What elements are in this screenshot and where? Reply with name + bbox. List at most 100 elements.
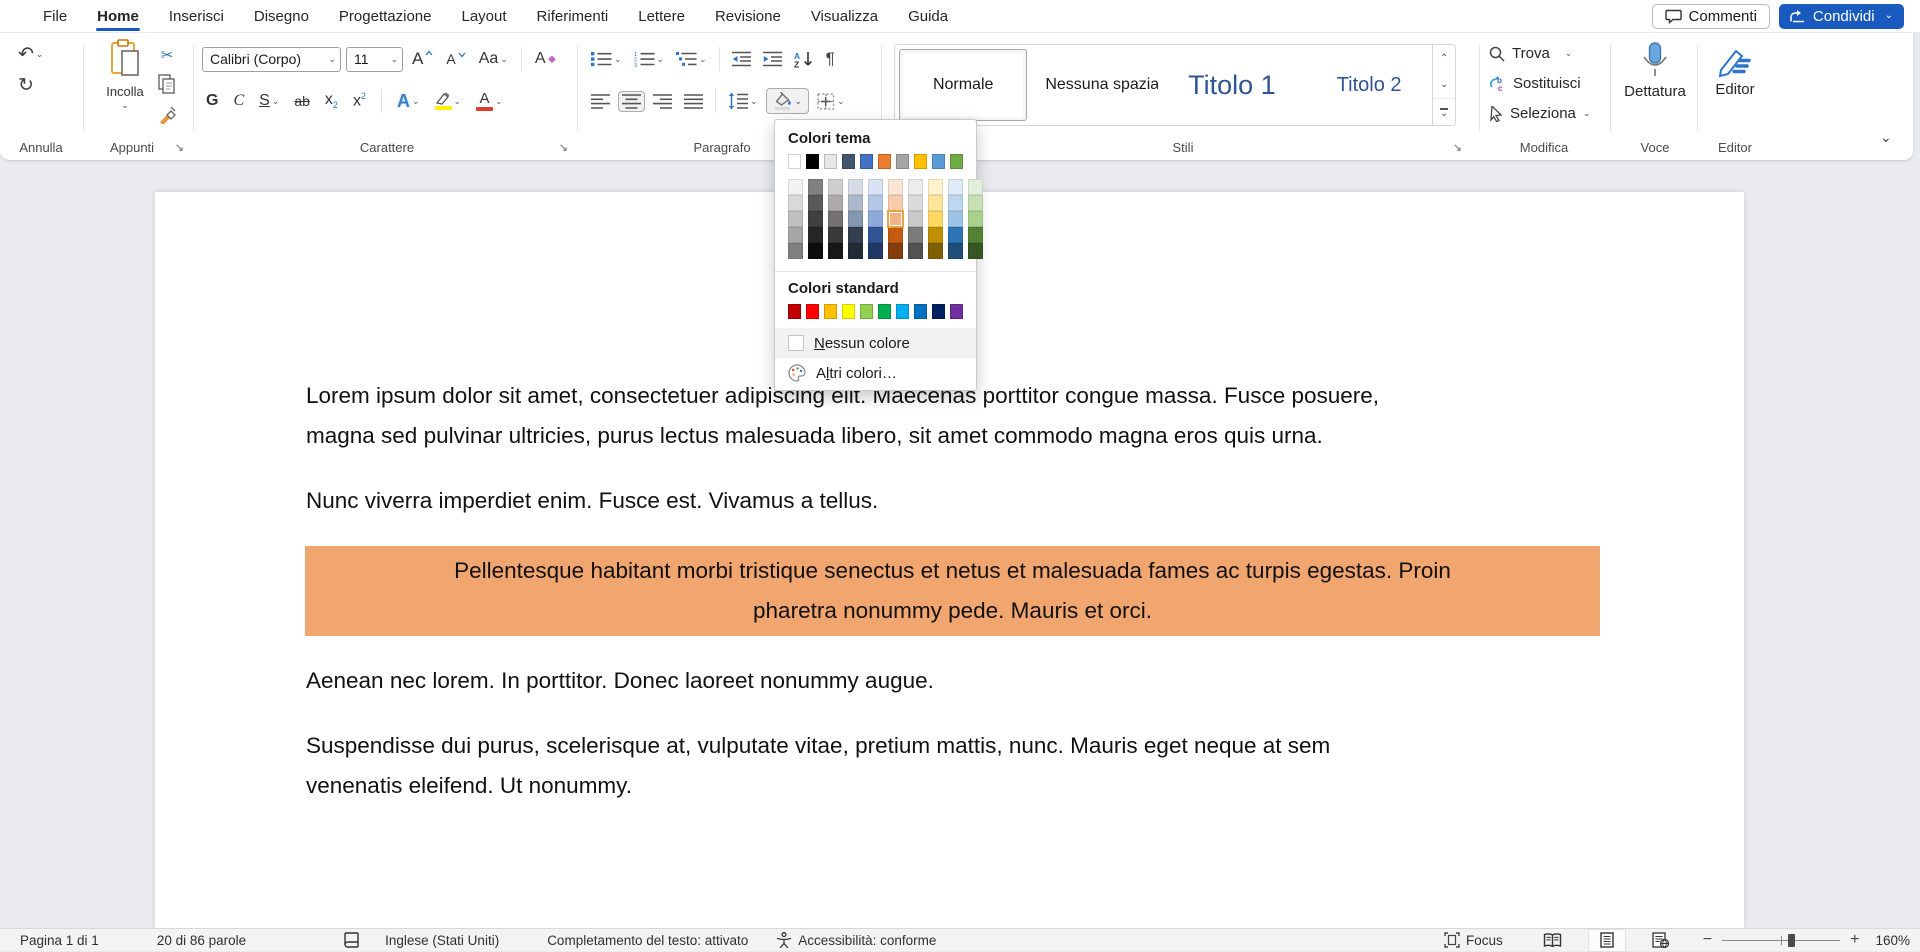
shaded-paragraph[interactable]: Pellentesque habitant morbi tristique se… [305, 546, 1600, 636]
strikethrough-button[interactable]: ab [290, 91, 314, 111]
standard-color-swatch[interactable] [896, 304, 909, 319]
tint-color-swatch[interactable] [868, 179, 883, 195]
tint-color-swatch[interactable] [928, 211, 943, 227]
grow-font-button[interactable]: A [408, 46, 437, 72]
tint-color-swatch[interactable] [908, 195, 923, 211]
tint-color-swatch[interactable] [788, 211, 803, 227]
comments-button[interactable]: Commenti [1652, 4, 1770, 29]
gallery-scroll-up[interactable]: ⌃ [1433, 45, 1455, 71]
tint-color-swatch[interactable] [808, 195, 823, 211]
tint-color-swatch[interactable] [888, 179, 903, 195]
no-color-item[interactable]: Nessun colore [775, 328, 976, 358]
tint-color-swatch[interactable] [828, 211, 843, 227]
tint-color-swatch[interactable] [828, 195, 843, 211]
paragraph[interactable]: Nunc viverra imperdiet enim. Fusce est. … [306, 481, 1598, 521]
collapse-ribbon-chevron[interactable]: ⌄ [1880, 129, 1892, 146]
tint-color-swatch[interactable] [788, 179, 803, 195]
font-name-select[interactable]: Calibri (Corpo) ⌄ [202, 47, 341, 72]
theme-color-swatch[interactable] [896, 154, 909, 169]
tint-color-swatch[interactable] [948, 243, 963, 259]
paragraph[interactable]: Aenean nec lorem. In porttitor. Donec la… [306, 661, 1598, 701]
menu-tab-guida[interactable]: Guida [893, 0, 963, 32]
page-number-status[interactable]: Pagina 1 di 1 [20, 933, 99, 948]
accessibility-status[interactable]: Accessibilità: conforme [776, 932, 936, 948]
document-body[interactable]: Lorem ipsum dolor sit amet, consectetuer… [306, 376, 1598, 831]
tint-color-swatch[interactable] [888, 211, 903, 227]
theme-color-swatch[interactable] [860, 154, 873, 169]
gallery-scroll-down[interactable]: ⌄ [1433, 71, 1455, 97]
tint-color-swatch[interactable] [848, 195, 863, 211]
change-case-button[interactable]: Aa ⌄ [475, 48, 512, 70]
theme-color-swatch[interactable] [788, 154, 801, 169]
chevron-down-icon[interactable]: ⌄ [795, 97, 803, 106]
tint-color-swatch[interactable] [908, 211, 923, 227]
chevron-down-icon[interactable]: ⌄ [1583, 109, 1591, 118]
bullets-button[interactable]: ⌄ [587, 48, 626, 70]
tint-color-swatch[interactable] [828, 227, 843, 243]
tint-color-swatch[interactable] [808, 243, 823, 259]
zoom-level[interactable]: 160% [1875, 933, 1910, 948]
tint-color-swatch[interactable] [868, 211, 883, 227]
editor-button[interactable]: Editor [1703, 45, 1767, 98]
theme-color-swatch[interactable] [914, 154, 927, 169]
style-titolo-2[interactable]: Titolo 2 [1306, 45, 1432, 125]
proofing-icon[interactable] [344, 932, 359, 949]
format-painter-button[interactable] [154, 105, 180, 129]
shading-button[interactable]: ⌄ [766, 88, 810, 114]
more-colors-item[interactable]: Altri colori… [775, 358, 976, 388]
align-right-button[interactable] [649, 91, 676, 112]
tint-color-swatch[interactable] [848, 179, 863, 195]
theme-color-swatch[interactable] [878, 154, 891, 169]
tint-color-swatch[interactable] [888, 243, 903, 259]
redo-button[interactable]: ↻ [14, 73, 38, 98]
menu-tab-inserisci[interactable]: Inserisci [154, 0, 239, 32]
chevron-down-icon[interactable]: ⌄ [412, 97, 420, 106]
language-status[interactable]: Inglese (Stati Uniti) [385, 933, 499, 948]
menu-tab-file[interactable]: File [28, 0, 82, 32]
tint-color-swatch[interactable] [888, 227, 903, 243]
gallery-more-button[interactable]: ⌄ [1433, 98, 1455, 125]
tint-color-swatch[interactable] [808, 211, 823, 227]
tint-color-swatch[interactable] [968, 179, 983, 195]
tint-color-swatch[interactable] [788, 195, 803, 211]
menu-tab-riferimenti[interactable]: Riferimenti [522, 0, 624, 32]
chevron-down-icon[interactable]: ⌄ [1565, 49, 1573, 58]
tint-color-swatch[interactable] [828, 243, 843, 259]
standard-color-swatch[interactable] [806, 304, 819, 319]
highlight-color-button[interactable]: ⌄ [431, 89, 466, 113]
tint-color-swatch[interactable] [808, 179, 823, 195]
word-count-status[interactable]: 20 di 86 parole [157, 933, 246, 948]
chevron-down-icon[interactable]: ⌄ [699, 55, 707, 64]
align-left-button[interactable] [587, 91, 614, 112]
standard-color-swatch[interactable] [842, 304, 855, 319]
theme-color-swatch[interactable] [824, 154, 837, 169]
show-formatting-button[interactable]: ¶ [822, 46, 839, 72]
tint-color-swatch[interactable] [788, 243, 803, 259]
tint-color-swatch[interactable] [908, 227, 923, 243]
tint-color-swatch[interactable] [948, 227, 963, 243]
zoom-slider-thumb[interactable] [1788, 934, 1795, 947]
read-mode-button[interactable] [1531, 929, 1574, 952]
font-size-select[interactable]: 11 ⌄ [346, 47, 403, 72]
menu-tab-home[interactable]: Home [82, 0, 154, 32]
standard-color-swatch[interactable] [878, 304, 891, 319]
superscript-button[interactable]: x2 [349, 89, 370, 112]
numbering-button[interactable]: 123 ⌄ [630, 48, 669, 70]
web-layout-button[interactable] [1640, 929, 1681, 952]
underline-button[interactable]: S ⌄ [255, 90, 283, 112]
carattere-dialog-launcher[interactable]: ↘ [559, 143, 568, 154]
bold-button[interactable]: G [202, 90, 222, 112]
tint-color-swatch[interactable] [968, 211, 983, 227]
sort-button[interactable]: AZ [790, 48, 818, 71]
theme-color-swatch[interactable] [932, 154, 945, 169]
standard-color-swatch[interactable] [788, 304, 801, 319]
align-center-button[interactable] [618, 91, 645, 112]
style-normale[interactable]: Normale [899, 49, 1027, 121]
chevron-down-icon[interactable]: ⌄ [750, 97, 758, 106]
standard-color-swatch[interactable] [824, 304, 837, 319]
print-layout-button[interactable] [1588, 929, 1626, 952]
standard-color-swatch[interactable] [950, 304, 963, 319]
menu-tab-visualizza[interactable]: Visualizza [796, 0, 893, 32]
chevron-down-icon[interactable]: ⌄ [657, 55, 665, 64]
style-nessuna-spaziatu[interactable]: Nessuna spaziatu [1031, 45, 1158, 125]
